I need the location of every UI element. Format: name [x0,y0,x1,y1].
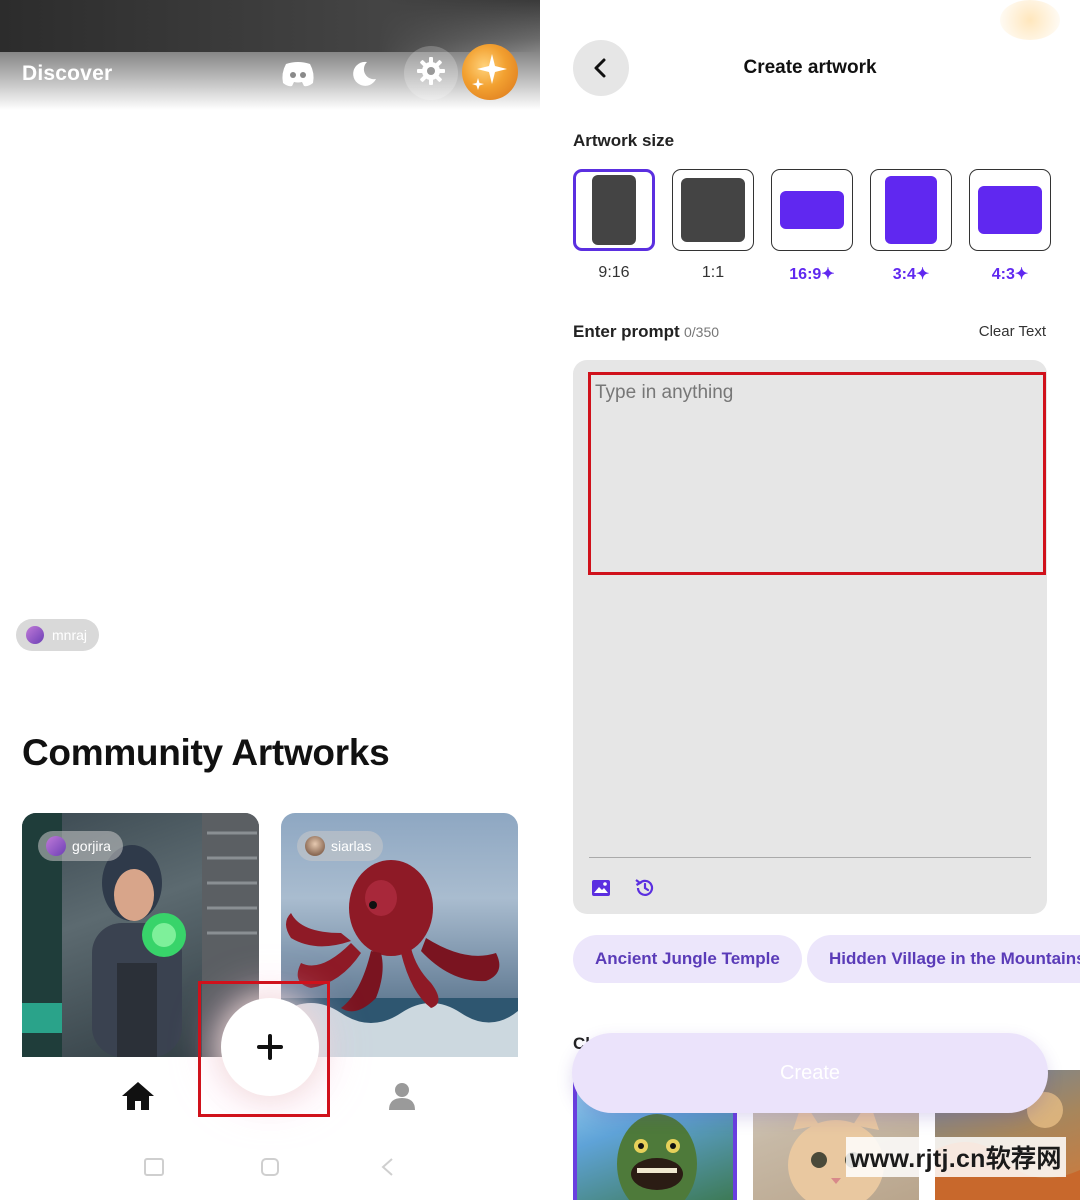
size-label-9-16: 9:16 [598,264,630,281]
prompt-input[interactable] [595,382,1025,572]
featured-author-chip[interactable]: mnraj [16,619,100,651]
avatar [305,836,325,856]
prompt-divider [589,857,1031,858]
create-artwork-screen: Create artwork Artwork size 9:16 1:1 16:… [540,0,1080,1200]
square-shape [681,178,745,242]
recent-apps-icon[interactable] [142,1155,166,1179]
enter-prompt-label: Enter prompt [573,322,680,341]
prompt-box [573,360,1047,914]
status-bar-blur [0,0,540,52]
suggestion-chip[interactable]: Hidden Village in the Mountains [807,935,1080,983]
prompt-char-counter: 0/350 [684,324,720,340]
size-option-9-16[interactable] [573,169,655,251]
create-button[interactable]: Create [572,1033,1048,1113]
discord-icon[interactable] [278,54,318,94]
portrait-shape [885,176,937,244]
artwork-author-name: siarlas [331,838,372,854]
landscape-shape [780,191,844,229]
avatar [26,626,44,644]
landscape-shape [978,186,1042,234]
artwork-author-name: gorjira [72,838,111,854]
size-option-3-4[interactable] [870,169,952,251]
page-title: Discover [22,62,113,85]
page-title: Create artwork [540,57,1080,79]
fab-highlight-box [198,981,330,1117]
artwork-size-label: Artwork size [573,131,675,150]
avatar [46,836,66,856]
nav-profile[interactable] [386,1080,418,1112]
nav-home[interactable] [121,1080,155,1112]
size-label-4-3: 4:3✦ [991,266,1029,283]
home-system-icon[interactable] [258,1155,282,1179]
premium-sparkle-button[interactable] [462,44,518,100]
size-label-1-1: 1:1 [701,264,725,281]
page-title-text: Create artwork [743,57,877,78]
artwork-author-chip[interactable]: gorjira [38,831,123,861]
size-option-1-1[interactable] [672,169,754,251]
screen: Discover mnraj Community Artworks gorjir… [0,0,1080,1200]
watermark: www.rjtj.cn软荐网 [846,1137,1066,1177]
corner-glow [1000,0,1060,40]
gear-icon [416,56,446,91]
size-option-16-9[interactable] [771,169,853,251]
image-icon[interactable] [589,876,613,900]
size-label-16-9: 16:9✦ [789,266,835,283]
size-option-4-3[interactable] [969,169,1051,251]
suggestion-chip[interactable]: Ancient Jungle Temple [573,935,802,983]
featured-author-name: mnraj [52,627,88,643]
back-system-icon[interactable] [376,1155,400,1179]
profile-icon [389,1083,415,1110]
history-icon[interactable] [633,876,657,900]
discover-screen: Discover mnraj Community Artworks gorjir… [0,0,540,1200]
clear-text-button[interactable]: Clear Text [979,323,1046,340]
size-label-3-4: 3:4✦ [892,266,930,283]
sparkle-icon [472,54,507,90]
artwork-author-chip[interactable]: siarlas [297,831,384,861]
home-icon [122,1082,154,1110]
portrait-shape [592,175,636,245]
moon-icon[interactable] [344,54,384,94]
community-artworks-title: Community Artworks [22,732,390,773]
settings-button[interactable] [404,46,458,100]
